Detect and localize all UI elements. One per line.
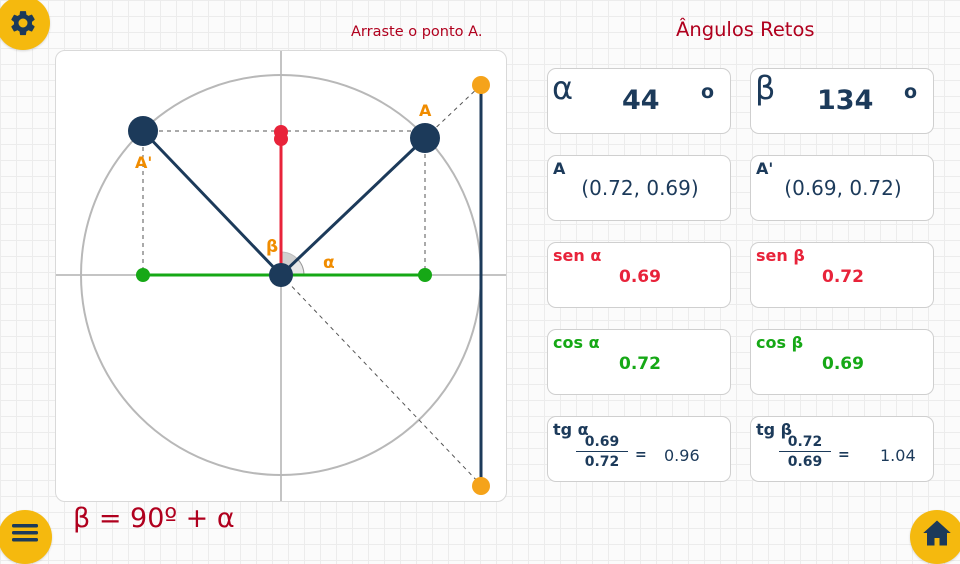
tg-beta-fraction: 0.72 0.69 xyxy=(779,434,831,470)
cos-point-right xyxy=(418,268,432,282)
sen-alpha-label: sen α xyxy=(553,246,602,265)
cos-beta-value: 0.69 xyxy=(822,354,864,374)
point-a-prime-card: A' (0.69, 0.72) xyxy=(750,155,934,221)
alpha-unit: o xyxy=(701,81,715,103)
point-a-prime xyxy=(128,116,158,146)
geometry-canvas[interactable]: A A' α β xyxy=(55,50,507,502)
cos-beta-card: cos β 0.69 xyxy=(750,329,934,395)
cos-point-left xyxy=(136,268,150,282)
sen-beta-card: sen β 0.72 xyxy=(750,242,934,308)
home-button[interactable] xyxy=(910,510,960,564)
tg-alpha-denominator: 0.72 xyxy=(584,454,620,470)
tangent-point-bottom xyxy=(472,477,490,495)
tg-beta-value: 1.04 xyxy=(880,446,916,465)
tg-beta-denominator: 0.69 xyxy=(787,454,823,470)
sen-beta-value: 0.72 xyxy=(822,267,864,287)
page-title: Ângulos Retos xyxy=(676,18,815,41)
label-beta: β xyxy=(266,237,278,257)
cos-beta-label: cos β xyxy=(756,333,804,352)
radius-a xyxy=(279,136,427,277)
gear-icon xyxy=(11,11,35,36)
point-a-prime-value: (0.69, 0.72) xyxy=(784,176,902,200)
angle-formula: β = 90º + α xyxy=(73,503,235,534)
point-a-value: (0.72, 0.69) xyxy=(581,176,699,200)
tg-alpha-equals: = xyxy=(635,447,647,463)
cos-alpha-label: cos α xyxy=(553,333,600,352)
beta-value: 134 xyxy=(817,85,874,116)
alpha-value: 44 xyxy=(622,85,660,116)
instruction-text: Arraste o ponto A. xyxy=(351,24,483,40)
tg-alpha-card: tg α 0.69 0.72 = 0.96 xyxy=(547,416,731,482)
menu-button[interactable] xyxy=(0,510,52,564)
alpha-symbol: α xyxy=(552,69,574,107)
tg-beta-card: tg β 0.72 0.69 = 1.04 xyxy=(750,416,934,482)
tg-alpha-value: 0.96 xyxy=(664,446,700,465)
tg-beta-numerator: 0.72 xyxy=(779,434,831,452)
tg-alpha-numerator: 0.69 xyxy=(576,434,628,452)
tg-alpha-fraction: 0.69 0.72 xyxy=(576,434,628,470)
sine-point-lower xyxy=(274,132,288,146)
cos-alpha-value: 0.72 xyxy=(619,354,661,374)
origin-point xyxy=(269,263,293,287)
sen-alpha-value: 0.69 xyxy=(619,267,661,287)
unit-circle-figure: A A' α β xyxy=(56,51,506,501)
beta-card: β 134 o xyxy=(750,68,934,134)
beta-symbol: β xyxy=(755,69,776,107)
label-alpha: α xyxy=(323,253,335,273)
beta-unit: o xyxy=(904,81,918,103)
radius-a-prime xyxy=(141,129,283,277)
tangent-point-top xyxy=(472,76,490,94)
sen-beta-label: sen β xyxy=(756,246,805,265)
label-a-prime: A' xyxy=(135,153,152,172)
sen-alpha-card: sen α 0.69 xyxy=(547,242,731,308)
hamburger-menu-icon xyxy=(12,524,38,542)
label-a: A xyxy=(419,101,432,120)
tg-beta-equals: = xyxy=(838,447,850,463)
cos-alpha-card: cos α 0.72 xyxy=(547,329,731,395)
settings-button[interactable] xyxy=(0,0,50,50)
alpha-card: α 44 o xyxy=(547,68,731,134)
point-a-handle[interactable] xyxy=(410,123,440,153)
point-a-card: A (0.72, 0.69) xyxy=(547,155,731,221)
home-icon xyxy=(923,520,951,546)
